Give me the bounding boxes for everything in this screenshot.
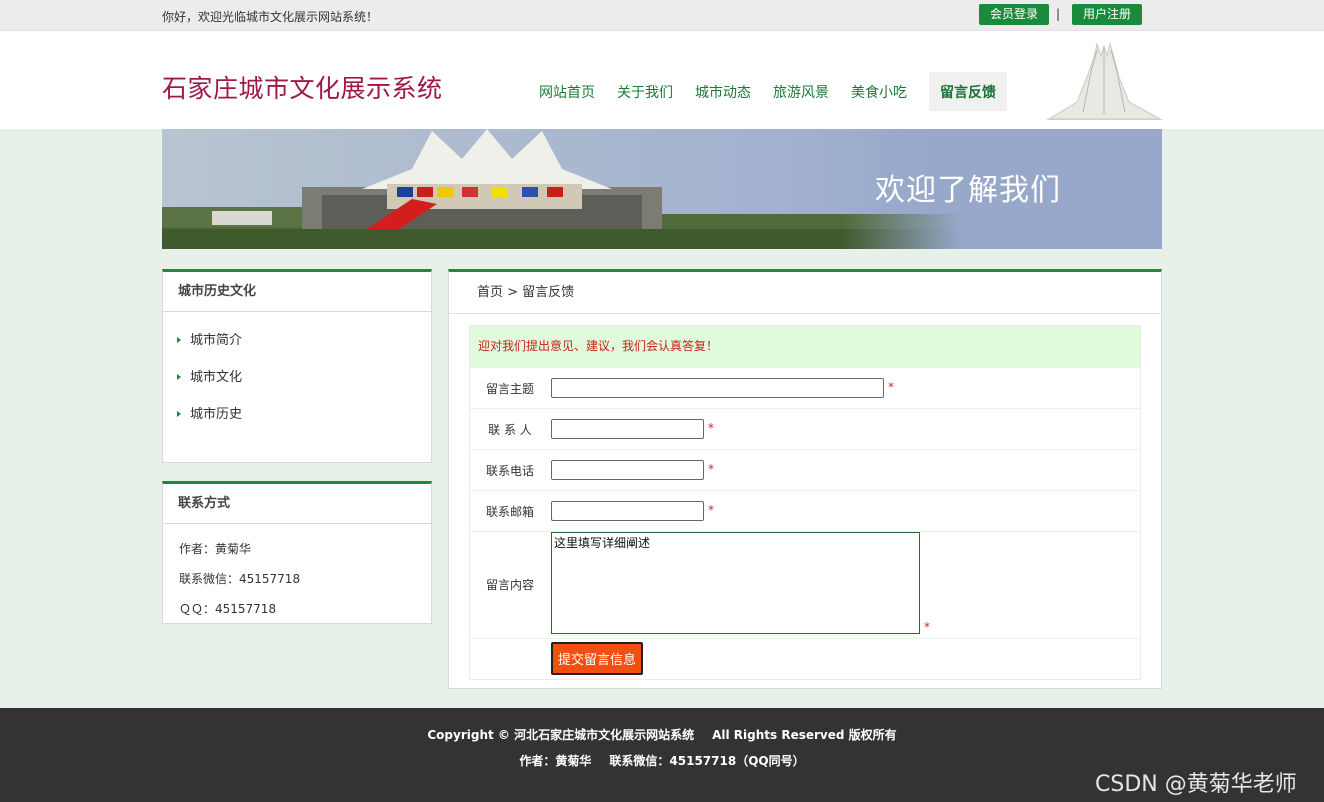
history-culture-panel: 城市历史文化 城市简介 城市文化 城市历史 [162, 269, 432, 463]
user-register-button[interactable]: 用户注册 [1072, 4, 1143, 25]
subject-row: 留言主题 * [470, 367, 1140, 408]
feedback-panel: 首页 > 留言反馈 迎对我们提出意见、建议，我们会认真答复！ 留言主题 * 联 … [448, 269, 1162, 689]
contact-panel: 联系方式 作者：黄菊华 联系微信：45157718 ＱＱ：45157718 [162, 481, 432, 624]
sidebar-item-city-culture[interactable]: 城市文化 [177, 359, 431, 396]
submit-row: 提交留言信息 [470, 638, 1140, 679]
breadcrumb: 首页 > 留言反馈 [449, 272, 1161, 314]
history-culture-title: 城市历史文化 [163, 272, 431, 312]
submit-feedback-button[interactable]: 提交留言信息 [551, 642, 643, 675]
sidebar-item-city-history[interactable]: 城市历史 [177, 396, 431, 433]
phone-input[interactable] [551, 460, 704, 480]
content-textarea[interactable]: 这里填写详细阐述 [551, 532, 920, 634]
contact-wechat: 联系微信：45157718 [179, 572, 301, 586]
phone-row: 联系电话 * [470, 449, 1140, 490]
separator: | [1056, 7, 1061, 21]
footer-wechat: 联系微信：45157718（QQ同号） [609, 754, 805, 768]
contact-qq: ＱＱ：45157718 [179, 602, 277, 616]
sidebar-item-label: 城市文化 [190, 370, 243, 385]
sidebar-item-city-intro[interactable]: 城市简介 [177, 322, 431, 359]
email-row: 联系邮箱 * [470, 490, 1140, 531]
contact-title: 联系方式 [163, 484, 431, 524]
banner: 欢迎了解我们 [162, 129, 1162, 249]
bullet-arrow-icon [177, 337, 181, 343]
contact-person-input[interactable] [551, 419, 704, 439]
subject-label: 留言主题 [485, 382, 534, 396]
nav-food[interactable]: 美食小吃 [840, 72, 918, 111]
required-mark: * [708, 503, 714, 517]
required-mark: * [888, 380, 894, 394]
content-row: 留言内容 这里填写详细阐述 * [470, 531, 1140, 638]
content-label: 留言内容 [485, 578, 534, 592]
footer-copyright: Copyright © 河北石家庄城市文化展示网站系统 [427, 728, 695, 742]
banner-title: 欢迎了解我们 [875, 173, 1061, 208]
nav-feedback[interactable]: 留言反馈 [929, 72, 1007, 111]
main-nav: 网站首页 关于我们 城市动态 旅游风景 美食小吃 留言反馈 [528, 72, 1007, 111]
header: 石家庄城市文化展示系统 网站首页 关于我们 城市动态 旅游风景 美食小吃 留言反… [0, 31, 1324, 129]
csdn-watermark: CSDN @黄菊华老师 [1095, 772, 1297, 797]
bullet-arrow-icon [177, 411, 181, 417]
contact-author: 作者：黄菊华 [179, 542, 252, 556]
required-mark: * [708, 421, 714, 435]
welcome-text: 你好，欢迎光临城市文化展示网站系统！ [162, 10, 379, 24]
footer-author: 作者：黄菊华 [519, 754, 592, 768]
email-input[interactable] [551, 501, 704, 521]
required-mark: * [924, 620, 930, 634]
landmark-logo-image [1047, 42, 1162, 120]
contact-person-row: 联 系 人 * [470, 408, 1140, 449]
subject-input[interactable] [551, 378, 884, 398]
nav-travel[interactable]: 旅游风景 [762, 72, 840, 111]
contact-info: 作者：黄菊华 联系微信：45157718 ＱＱ：45157718 [163, 524, 431, 624]
top-bar: 你好，欢迎光临城市文化展示网站系统！ 会员登录 | 用户注册 [0, 0, 1324, 31]
email-label: 联系邮箱 [485, 505, 534, 519]
nav-city-news[interactable]: 城市动态 [684, 72, 762, 111]
sidebar-item-label: 城市简介 [190, 333, 243, 348]
nav-home[interactable]: 网站首页 [528, 72, 606, 111]
required-mark: * [708, 462, 714, 476]
member-login-button[interactable]: 会员登录 [979, 4, 1050, 25]
sidebar-item-label: 城市历史 [190, 407, 243, 422]
history-culture-list: 城市简介 城市文化 城市历史 [163, 312, 431, 433]
exhibition-center-photo [162, 129, 962, 249]
phone-label: 联系电话 [485, 464, 534, 478]
contact-person-label: 联 系 人 [488, 423, 532, 437]
footer-line-1: Copyright © 河北石家庄城市文化展示网站系统 All Rights Re… [0, 726, 1324, 743]
footer-rights: All Rights Reserved 版权所有 [712, 728, 897, 742]
form-notice: 迎对我们提出意见、建议，我们会认真答复！ [470, 326, 1140, 367]
nav-about[interactable]: 关于我们 [606, 72, 684, 111]
bullet-arrow-icon [177, 374, 181, 380]
site-title[interactable]: 石家庄城市文化展示系统 [162, 69, 443, 105]
feedback-form: 迎对我们提出意见、建议，我们会认真答复！ 留言主题 * 联 系 人 * 联系电话… [469, 325, 1141, 680]
footer: Copyright © 河北石家庄城市文化展示网站系统 All Rights Re… [0, 708, 1324, 802]
